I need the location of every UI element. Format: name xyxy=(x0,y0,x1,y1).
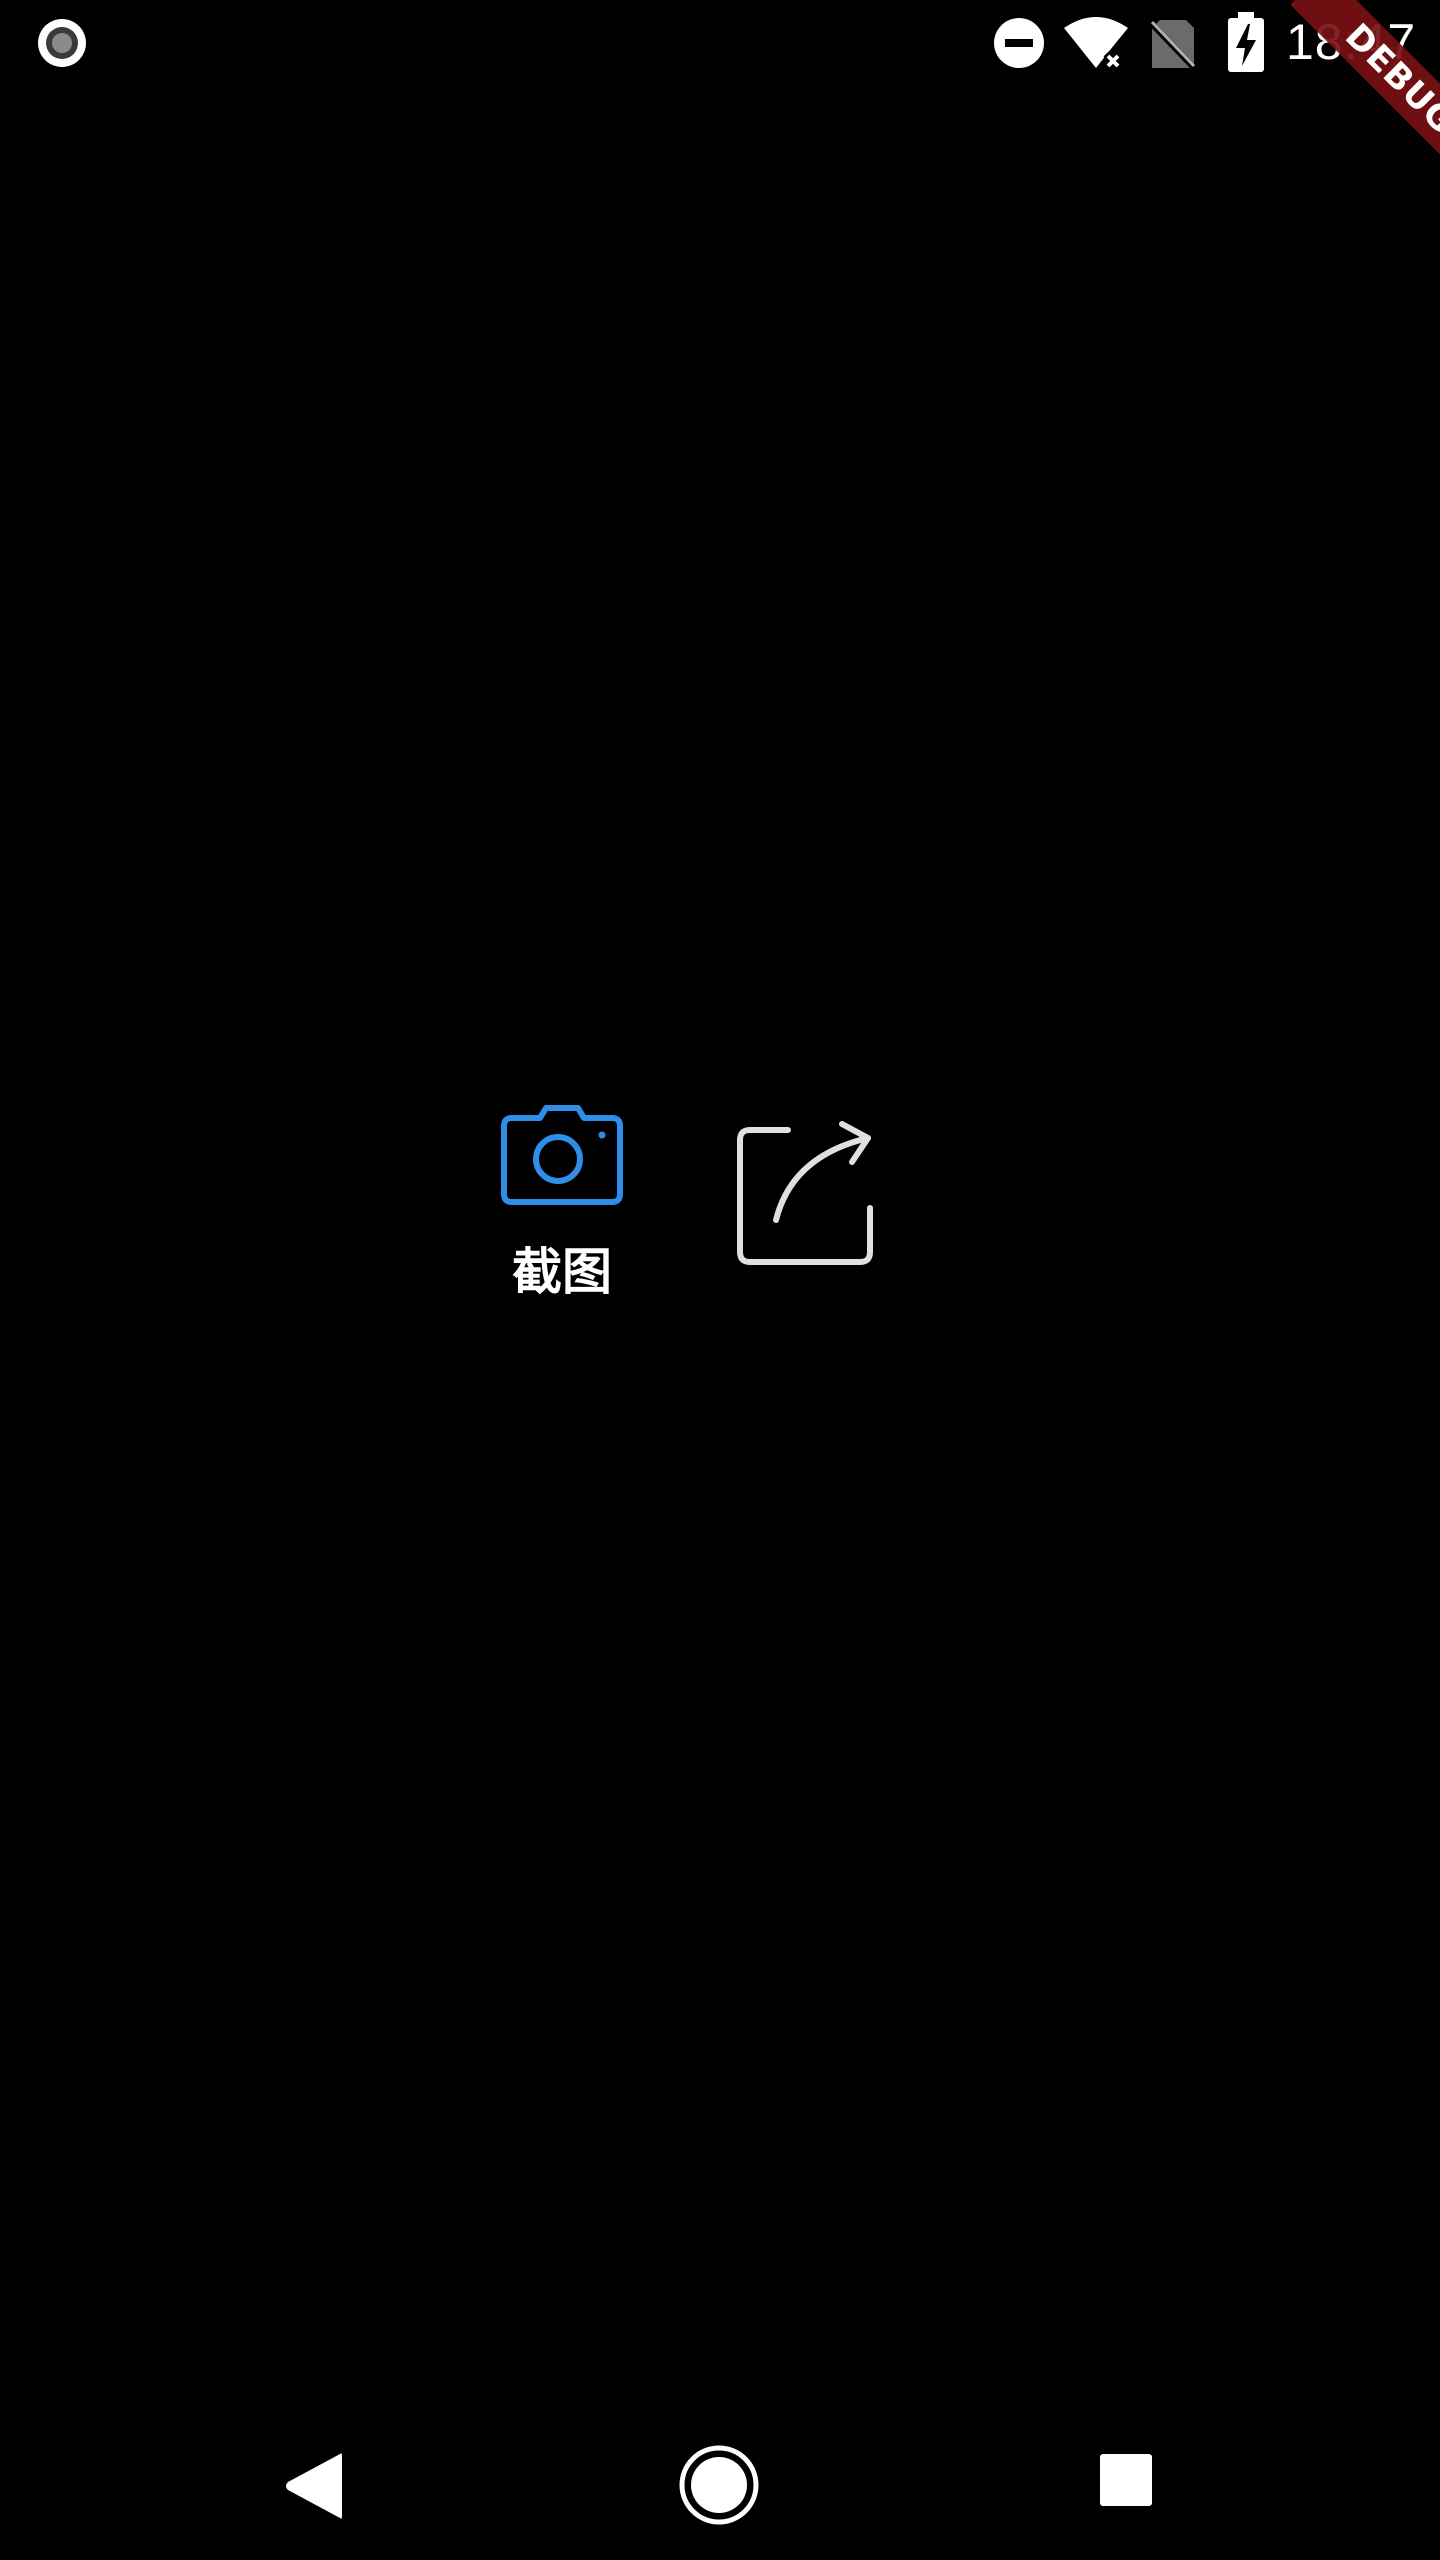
recents-icon[interactable] xyxy=(1098,2452,1154,2508)
clock: 18:47 xyxy=(1286,14,1417,70)
screenshot-button[interactable]: 截图 xyxy=(478,1094,646,1314)
camera-icon xyxy=(501,1105,623,1205)
share-icon xyxy=(737,1121,873,1265)
screenshot-label: 截图 xyxy=(512,1243,612,1301)
do-not-disturb-icon xyxy=(994,18,1044,68)
back-icon[interactable] xyxy=(282,2448,346,2524)
share-button[interactable] xyxy=(724,1110,892,1278)
wifi-no-internet-icon xyxy=(1064,17,1128,69)
battery-charging-icon xyxy=(1228,12,1264,72)
home-icon[interactable] xyxy=(678,2444,760,2526)
navigation-bar xyxy=(0,2414,1440,2560)
screen-record-icon xyxy=(38,19,86,67)
no-sim-icon xyxy=(1148,19,1198,72)
main-content: 截图 xyxy=(0,84,1440,2414)
status-bar: 18:47 xyxy=(0,0,1440,84)
